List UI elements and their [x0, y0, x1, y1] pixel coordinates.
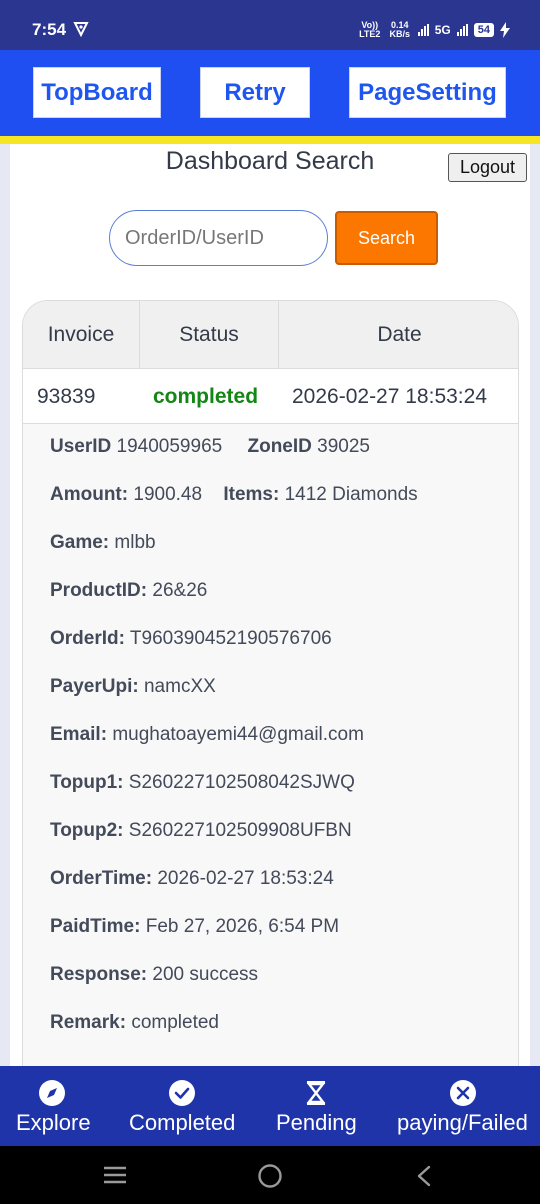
nav-explore[interactable]: Explore	[0, 1066, 105, 1146]
detail-orderid: OrderId: T960390452190576706	[50, 628, 332, 650]
nav-pending-label: Pending	[276, 1110, 357, 1135]
label-userid: UserID	[50, 436, 112, 457]
value-paidtime: Feb 27, 2026, 6:54 PM	[145, 916, 340, 937]
nav-completed-label: Completed	[129, 1110, 236, 1135]
label-game: Game:	[50, 532, 110, 553]
pagesetting-button[interactable]: PageSetting	[349, 67, 506, 118]
cell-date: 2026-02-27 18:53:24	[292, 384, 487, 408]
retry-button[interactable]: Retry	[200, 67, 310, 118]
charging-icon	[500, 22, 510, 38]
system-nav-bar	[0, 1146, 540, 1204]
accent-bar	[0, 136, 540, 144]
dashboard-page: Dashboard Search Logout OrderID/UserID S…	[10, 144, 530, 1066]
table-row[interactable]: 93839 completed 2026-02-27 18:53:24	[23, 369, 518, 424]
detail-topup2: Topup2: S260227102509908UFBN	[50, 820, 352, 842]
label-orderid: OrderId:	[50, 628, 125, 649]
page-edge-left	[0, 144, 10, 1066]
checkmark-icon	[169, 1080, 195, 1106]
close-circle-icon	[450, 1080, 476, 1106]
detail-topup1: Topup1: S260227102508042SJWQ	[50, 772, 355, 794]
value-productid: 26&26	[152, 580, 208, 601]
detail-game: Game: mlbb	[50, 532, 156, 554]
label-payerupi: PayerUpi:	[50, 676, 139, 697]
detail-remark: Remark: completed	[50, 1012, 219, 1034]
back-icon[interactable]	[414, 1164, 434, 1188]
value-ordertime: 2026-02-27 18:53:24	[157, 868, 334, 889]
value-orderid: T960390452190576706	[129, 628, 332, 649]
hourglass-icon	[306, 1081, 326, 1105]
status-indicators: Vo)) LTE2 0.14 KB/s 5G 54	[358, 19, 510, 41]
detail-productid: ProductID: 26&26	[50, 580, 207, 602]
label-paidtime: PaidTime:	[50, 916, 141, 937]
status-bar: 7:54 Vo)) LTE2 0.14 KB/s 5G 54	[0, 0, 540, 50]
clock: 7:54	[32, 20, 67, 39]
volte-indicator: Vo)) LTE2	[359, 20, 381, 39]
detail-response: Response: 200 success	[50, 964, 258, 986]
top-nav: TopBoard Retry PageSetting	[0, 50, 540, 136]
value-userid: 1940059965	[116, 436, 223, 457]
page-edge-right	[530, 144, 540, 1066]
search-input[interactable]: OrderID/UserID	[109, 210, 328, 266]
network-type: 5G	[434, 23, 451, 37]
nav-failed-label: paying/Failed	[397, 1110, 528, 1135]
home-icon[interactable]	[257, 1163, 283, 1189]
compass-icon	[39, 1080, 65, 1106]
nav-explore-label: Explore	[16, 1110, 91, 1135]
label-ordertime: OrderTime:	[50, 868, 153, 889]
label-email: Email:	[50, 724, 108, 745]
value-remark: completed	[131, 1012, 219, 1033]
value-amount: 1900.48	[133, 484, 203, 505]
label-remark: Remark:	[50, 1012, 127, 1033]
value-topup2: S260227102509908UFBN	[128, 820, 352, 841]
label-zoneid: ZoneID	[247, 436, 312, 457]
signal-icon	[417, 24, 429, 36]
vpn-shield-icon	[73, 22, 89, 37]
value-payerupi: namcXX	[143, 676, 216, 697]
signal-icon-2	[456, 24, 468, 36]
bottom-nav: Explore Completed Pending paying/Failed	[0, 1066, 540, 1146]
logout-button[interactable]: Logout	[448, 153, 527, 182]
label-topup1: Topup1:	[50, 772, 124, 793]
header-date: Date	[377, 323, 422, 346]
detail-userid: UserID 1940059965 ZoneID 39025	[50, 436, 370, 458]
header-invoice: Invoice	[47, 323, 115, 346]
value-topup1: S260227102508042SJWQ	[128, 772, 355, 793]
label-productid: ProductID:	[50, 580, 148, 601]
value-email: mughatoayemi44@gmail.com	[112, 724, 364, 745]
value-response: 200 success	[152, 964, 259, 985]
label-amount: Amount:	[50, 484, 129, 505]
nav-failed[interactable]: paying/Failed	[375, 1066, 540, 1146]
battery-icon: 54	[473, 23, 494, 37]
menu-icon[interactable]	[102, 1165, 128, 1185]
value-items: 1412 Diamonds	[284, 484, 418, 505]
cell-status: completed	[153, 384, 259, 408]
label-topup2: Topup2:	[50, 820, 124, 841]
detail-payerupi: PayerUpi: namcXX	[50, 676, 216, 698]
search-button[interactable]: Search	[335, 211, 438, 265]
detail-amount: Amount: 1900.48 Items: 1412 Diamonds	[50, 484, 418, 506]
table-header: Invoice Status Date	[23, 301, 518, 369]
value-zoneid: 39025	[317, 436, 370, 457]
order-card: Invoice Status Date 93839 completed 2026…	[22, 300, 519, 1066]
cell-invoice: 93839	[37, 384, 96, 408]
value-game: mlbb	[114, 532, 156, 553]
nav-pending[interactable]: Pending	[260, 1066, 375, 1146]
nav-completed[interactable]: Completed	[105, 1066, 260, 1146]
topboard-button[interactable]: TopBoard	[33, 67, 161, 118]
network-speed: 0.14 KB/s	[389, 20, 410, 39]
label-response: Response:	[50, 964, 148, 985]
detail-paidtime: PaidTime: Feb 27, 2026, 6:54 PM	[50, 916, 339, 938]
detail-ordertime: OrderTime: 2026-02-27 18:53:24	[50, 868, 334, 890]
detail-email: Email: mughatoayemi44@gmail.com	[50, 724, 364, 746]
header-status: Status	[179, 323, 239, 346]
label-items: Items:	[223, 484, 280, 505]
